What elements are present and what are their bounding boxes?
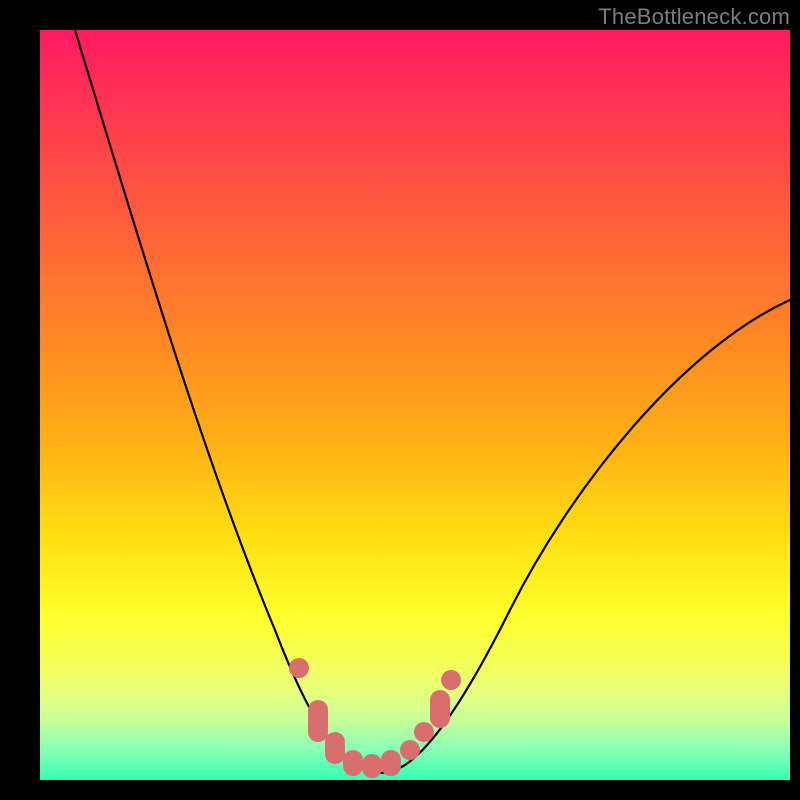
marker-dot [400, 740, 420, 760]
curve-markers [289, 658, 461, 778]
marker-pill [325, 732, 345, 764]
watermark-text: TheBottleneck.com [598, 4, 790, 30]
marker-dot [441, 670, 461, 690]
plot-area [40, 30, 790, 780]
marker-pill [362, 754, 382, 778]
marker-dot [414, 722, 434, 742]
marker-pill [343, 750, 363, 776]
chart-svg [40, 30, 790, 780]
bottleneck-curve [75, 30, 790, 773]
marker-pill [430, 690, 450, 728]
chart-frame: TheBottleneck.com [0, 0, 800, 800]
marker-pill [308, 700, 328, 742]
marker-dot [289, 658, 309, 678]
marker-pill [381, 750, 401, 776]
